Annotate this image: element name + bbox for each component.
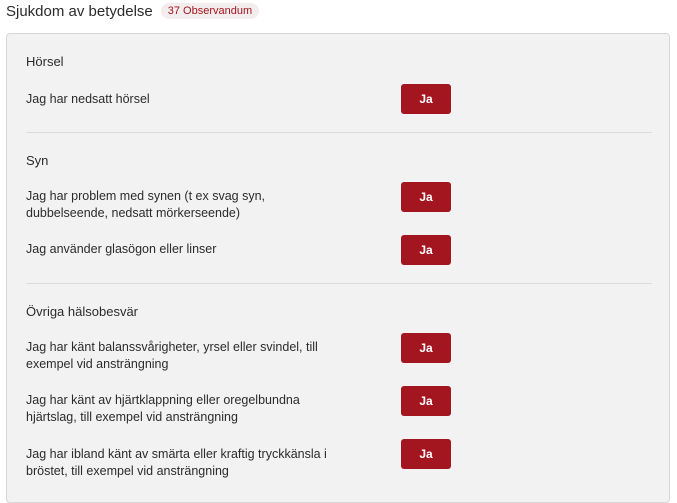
ja-button-problem-synen[interactable]: Ja bbox=[401, 182, 451, 212]
question-text-glasogon: Jag använder glasögon eller linser bbox=[26, 242, 217, 256]
page-title: Sjukdom av betydelse bbox=[6, 2, 153, 20]
observandum-badge: 37 Observandum bbox=[160, 3, 260, 19]
ja-button-smarta-brostet[interactable]: Ja bbox=[401, 439, 451, 469]
section-divider bbox=[26, 283, 652, 284]
ja-button-balans[interactable]: Ja bbox=[401, 333, 451, 363]
ja-button-nedsatt-horsel[interactable]: Ja bbox=[401, 84, 451, 114]
section-title-syn: Syn bbox=[26, 153, 49, 168]
question-text-hjartklappning: Jag har känt av hjärtklappning eller ore… bbox=[26, 393, 300, 424]
section-title-horsel: Hörsel bbox=[26, 54, 64, 69]
question-text-problem-synen: Jag har problem med synen (t ex svag syn… bbox=[26, 189, 266, 220]
question-text-nedsatt-horsel: Jag har nedsatt hörsel bbox=[26, 92, 150, 106]
section-divider bbox=[26, 132, 652, 133]
section-header: Sjukdom av betydelse 37 Observandum bbox=[6, 0, 260, 22]
section-title-ovriga: Övriga hälsobesvär bbox=[26, 304, 138, 319]
question-text-smarta-brostet: Jag har ibland känt av smärta eller kraf… bbox=[26, 447, 327, 478]
questions-panel: Hörsel Jag har nedsatt hörsel Ja Syn Jag… bbox=[6, 33, 670, 503]
ja-button-hjartklappning[interactable]: Ja bbox=[401, 386, 451, 416]
ja-button-glasogon[interactable]: Ja bbox=[401, 235, 451, 265]
question-text-balans: Jag har känt balanssvårigheter, yrsel el… bbox=[26, 340, 318, 371]
